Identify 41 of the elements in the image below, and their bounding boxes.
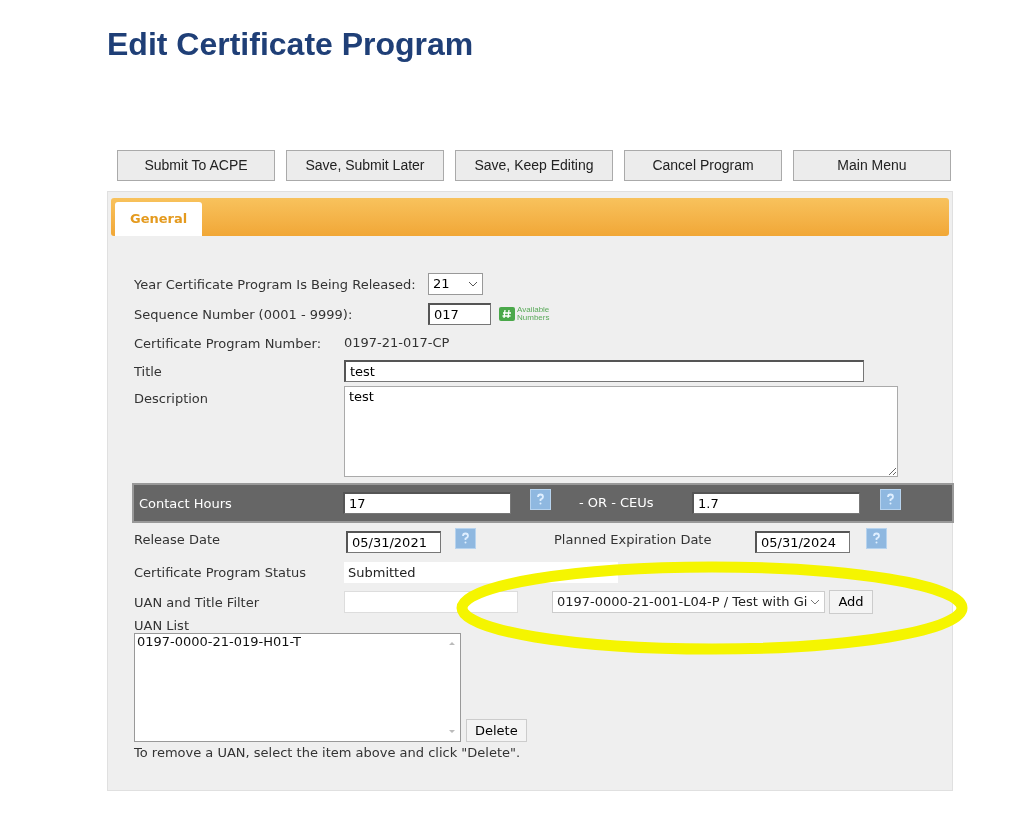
year-dropdown[interactable]: 21 bbox=[428, 273, 483, 295]
uan-listbox[interactable]: 0197-0000-21-019-H01-T bbox=[134, 633, 461, 742]
program-number: 0197-21-017-CP bbox=[344, 334, 450, 353]
date-field[interactable]: 05/31/2024 bbox=[755, 531, 850, 553]
field-label: Release Date bbox=[134, 532, 220, 547]
hash-icon bbox=[499, 307, 515, 321]
uan-dropdown[interactable]: 0197-0000-21-001-L04-P / Test with Gi bbox=[552, 591, 826, 613]
toolbar-button[interactable]: Save, Submit Later bbox=[286, 150, 444, 181]
delete-button[interactable]: Delete bbox=[466, 719, 527, 742]
list-item[interactable]: 0197-0000-21-019-H01-T bbox=[137, 634, 458, 650]
help-icon[interactable] bbox=[880, 489, 901, 510]
field-label: Description bbox=[134, 391, 209, 406]
sequence-field[interactable]: 017 bbox=[428, 303, 491, 325]
field-label: Year Certificate Program Is Being Released: bbox=[134, 277, 416, 292]
field-label: Sequence Number (0001 - 9999): bbox=[134, 307, 353, 322]
field-label: Certificate Program Number: bbox=[134, 336, 321, 351]
toolbar-button[interactable]: Cancel Program bbox=[624, 150, 782, 181]
field-label: UAN List bbox=[134, 619, 190, 633]
field-label: Title bbox=[134, 364, 162, 379]
ceus-field[interactable]: 1.7 bbox=[692, 492, 860, 514]
field-label: UAN and Title Filter bbox=[134, 595, 260, 610]
field-label: Contact Hours bbox=[139, 496, 232, 511]
chevron-down-icon bbox=[468, 281, 478, 287]
help-icon[interactable] bbox=[530, 489, 551, 510]
toolbar-button[interactable]: Main Menu bbox=[793, 150, 951, 181]
contact-hours-field[interactable]: 17 bbox=[343, 492, 511, 514]
title-field[interactable]: test bbox=[344, 360, 864, 382]
toolbar-button[interactable]: Save, Keep Editing bbox=[455, 150, 613, 181]
date-field[interactable]: 05/31/2021 bbox=[346, 531, 441, 553]
field-label: - OR - CEUs bbox=[579, 494, 655, 513]
field-label: Planned Expiration Date bbox=[554, 532, 712, 547]
field-label: Certificate Program Status bbox=[134, 565, 307, 580]
toolbar-button[interactable]: Submit To ACPE bbox=[117, 150, 275, 181]
help-icon[interactable] bbox=[455, 528, 476, 549]
field-label: To remove a UAN, select the item above and click "Delete". bbox=[134, 744, 522, 762]
add-button[interactable]: Add bbox=[829, 590, 873, 614]
help-icon[interactable] bbox=[866, 528, 887, 549]
description-field[interactable]: test bbox=[344, 386, 898, 477]
page-title: Edit Certificate Program bbox=[107, 25, 474, 64]
filter-field[interactable] bbox=[344, 591, 518, 613]
chevron-down-icon bbox=[810, 599, 821, 605]
